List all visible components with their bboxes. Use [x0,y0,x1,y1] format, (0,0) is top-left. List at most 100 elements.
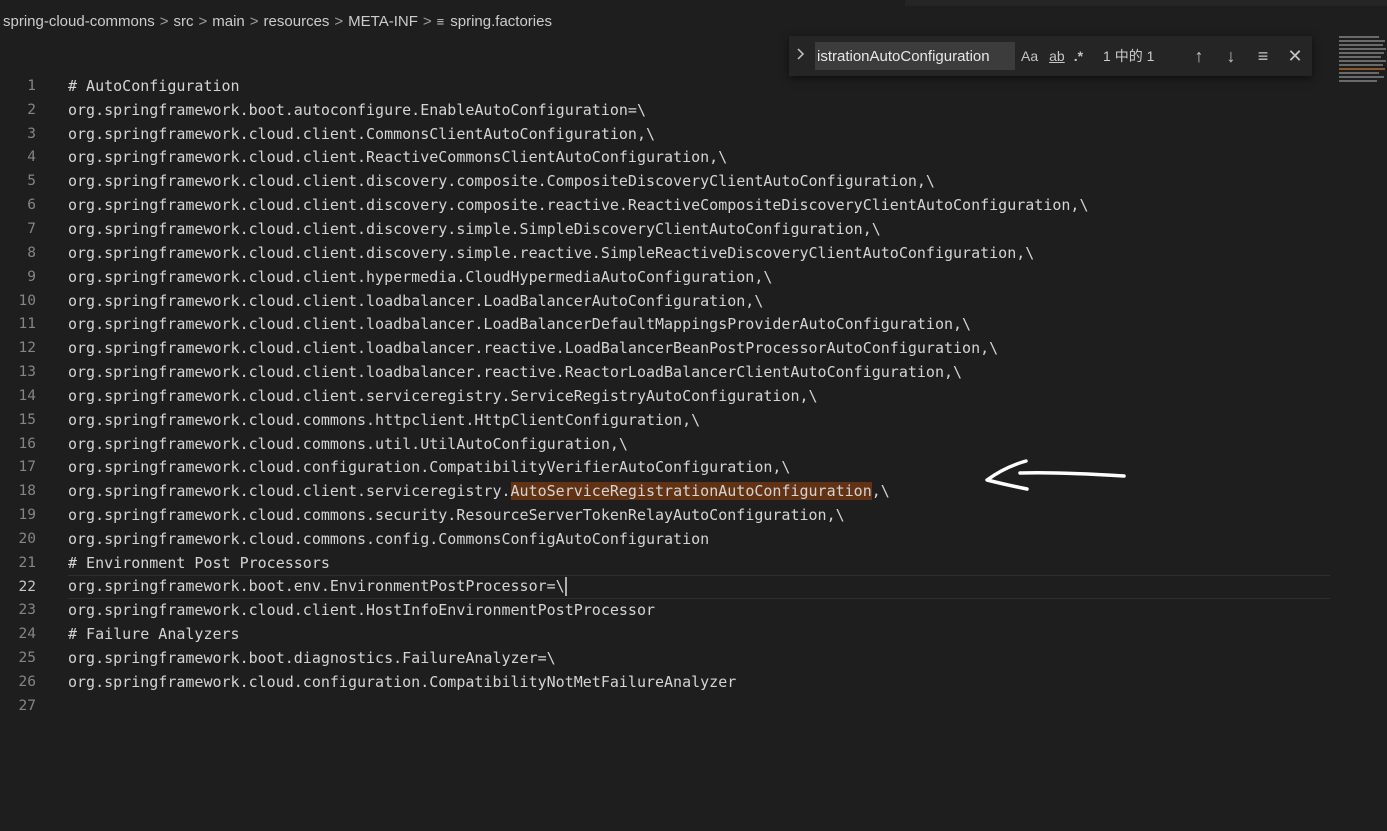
line-text[interactable]: org.springframework.cloud.client.discove… [68,172,935,190]
search-match-highlight: AutoServiceRegistrationAutoConfiguration [510,482,872,501]
breadcrumb-separator: > [159,12,169,30]
find-in-selection-icon[interactable]: ≡ [1247,46,1279,67]
code-line[interactable]: 10 org.springframework.cloud.client.loadb… [0,289,1387,313]
line-content: org.springframework.cloud.configuration.… [68,458,791,477]
code-line[interactable]: 5 org.springframework.cloud.client.discov… [0,169,1387,193]
line-content: org.springframework.cloud.client.discove… [68,172,935,191]
breadcrumb-item[interactable]: spring-cloud-commons [3,13,155,30]
line-text[interactable]: org.springframework.cloud.commons.config… [68,530,709,548]
find-input[interactable]: istrationAutoConfiguration [815,42,1015,70]
code-line[interactable]: 7 org.springframework.cloud.client.discov… [0,217,1387,241]
next-match-icon[interactable]: ↓ [1215,46,1247,67]
code-line[interactable]: 13 org.springframework.cloud.client.loadb… [0,360,1387,384]
line-content: org.springframework.cloud.client.discove… [68,243,1035,262]
line-content: org.springframework.boot.diagnostics.Fai… [68,649,556,668]
text-cursor [564,577,567,597]
close-icon[interactable]: ✕ [1279,46,1311,67]
previous-match-icon[interactable]: ↑ [1183,46,1215,67]
line-content: org.springframework.cloud.commons.securi… [68,506,845,525]
line-number: 7 [27,220,36,237]
line-content: org.springframework.cloud.commons.config… [68,529,710,548]
line-content: org.springframework.cloud.commons.util.U… [68,434,628,453]
chevron-right-icon[interactable] [789,47,811,65]
line-text-prefix: org.springframework.cloud.client.service… [68,482,511,501]
line-text[interactable]: org.springframework.cloud.client.discove… [68,196,1088,214]
breadcrumb-item[interactable]: main [212,13,245,30]
line-text[interactable]: # Environment Post Processors [68,554,330,572]
regex-button[interactable]: .* [1074,48,1083,64]
line-content: org.springframework.boot.env.Environment… [68,577,565,596]
code-line[interactable]: 21 # Environment Post Processors [0,551,1387,575]
code-line[interactable]: 17 org.springframework.cloud.configuratio… [0,456,1387,480]
line-text[interactable]: # AutoConfiguration [68,77,240,95]
code-line[interactable]: 2 org.springframework.boot.autoconfigure.… [0,98,1387,122]
line-text[interactable]: org.springframework.cloud.client.service… [68,482,890,501]
line-content: org.springframework.cloud.client.discove… [68,196,1089,215]
line-text[interactable]: org.springframework.boot.diagnostics.Fai… [68,649,556,667]
line-text[interactable]: org.springframework.cloud.client.loadbal… [68,315,971,333]
line-number: 26 [18,674,36,691]
code-line[interactable]: 1 # AutoConfiguration [0,74,1387,98]
line-number: 18 [18,483,36,500]
line-text[interactable]: org.springframework.cloud.client.loadbal… [68,363,962,381]
line-text[interactable]: org.springframework.cloud.client.loadbal… [68,292,763,310]
breadcrumb-separator: > [422,12,432,30]
line-text[interactable]: org.springframework.cloud.configuration.… [68,673,736,691]
line-text[interactable]: org.springframework.boot.autoconfigure.E… [68,101,646,119]
whole-word-button[interactable]: ab [1049,48,1065,64]
line-text[interactable]: org.springframework.cloud.configuration.… [68,458,790,476]
code-line[interactable]: 14 org.springframework.cloud.client.servi… [0,384,1387,408]
line-text[interactable]: org.springframework.cloud.client.hyperme… [68,268,772,286]
line-text[interactable]: # Failure Analyzers [68,625,240,643]
line-text[interactable]: org.springframework.cloud.commons.httpcl… [68,411,700,429]
code-line[interactable]: 19 org.springframework.cloud.commons.secu… [0,503,1387,527]
code-line[interactable]: 26 org.springframework.cloud.configuratio… [0,670,1387,694]
line-text[interactable]: org.springframework.cloud.commons.util.U… [68,435,628,453]
line-number: 6 [27,197,36,214]
line-number: 22 [18,578,36,595]
breadcrumb-file[interactable]: spring.factories [450,13,552,30]
breadcrumb-item[interactable]: META-INF [348,13,418,30]
line-content: org.springframework.cloud.configuration.… [68,673,737,692]
hand-drawn-arrow-icon [985,459,1126,491]
find-query[interactable]: istrationAutoConfiguration [815,48,990,65]
line-text[interactable]: org.springframework.boot.env.Environment… [68,577,567,597]
code-line[interactable]: 15 org.springframework.cloud.commons.http… [0,408,1387,432]
line-content: org.springframework.cloud.client.loadbal… [68,339,999,358]
line-number: 15 [18,411,36,428]
line-content: org.springframework.cloud.client.loadbal… [68,315,972,334]
code-line[interactable]: 16 org.springframework.cloud.commons.util… [0,432,1387,456]
match-case-button[interactable]: Aa [1021,48,1038,64]
code-line[interactable]: 22 org.springframework.boot.env.Environme… [0,574,1387,599]
line-number: 17 [18,459,36,476]
code-line[interactable]: 4 org.springframework.cloud.client.Reacti… [0,146,1387,170]
code-line[interactable]: 3 org.springframework.cloud.client.Common… [0,122,1387,146]
line-number: 12 [18,340,36,357]
code-editor[interactable]: 1 # AutoConfiguration 2 org.springframework… [0,74,1387,718]
breadcrumb-separator: > [249,12,259,30]
breadcrumb-item[interactable]: src [174,13,194,30]
line-text[interactable]: org.springframework.cloud.client.discove… [68,220,881,238]
code-line[interactable]: 6 org.springframework.cloud.client.discov… [0,193,1387,217]
breadcrumb-item[interactable]: resources [264,13,330,30]
find-widget: istrationAutoConfiguration Aa ab .* 1 中的… [789,36,1312,76]
line-text[interactable]: org.springframework.cloud.client.loadbal… [68,339,998,357]
code-line[interactable]: 12 org.springframework.cloud.client.loadb… [0,336,1387,360]
code-line[interactable]: 23 org.springframework.cloud.client.HostI… [0,599,1387,623]
code-line[interactable]: 9 org.springframework.cloud.client.hyperm… [0,265,1387,289]
line-text[interactable]: org.springframework.cloud.commons.securi… [68,506,845,524]
code-line[interactable]: 20 org.springframework.cloud.commons.conf… [0,527,1387,551]
line-text[interactable]: org.springframework.cloud.client.Commons… [68,125,655,143]
code-line[interactable]: 11 org.springframework.cloud.client.loadb… [0,312,1387,336]
line-text[interactable]: org.springframework.cloud.client.Reactiv… [68,148,727,166]
code-line[interactable]: 18 org.springframework.cloud.client.servi… [0,479,1387,503]
code-line[interactable]: 8 org.springframework.cloud.client.discov… [0,241,1387,265]
breadcrumb-separator: > [198,12,208,30]
line-number: 11 [18,316,36,333]
code-line[interactable]: 24 # Failure Analyzers [0,622,1387,646]
line-text[interactable]: org.springframework.cloud.client.discove… [68,244,1034,262]
code-line[interactable]: 27 [0,694,1387,718]
code-line[interactable]: 25 org.springframework.boot.diagnostics.F… [0,646,1387,670]
line-text[interactable]: org.springframework.cloud.client.HostInf… [68,601,655,619]
line-text[interactable]: org.springframework.cloud.client.service… [68,387,818,405]
